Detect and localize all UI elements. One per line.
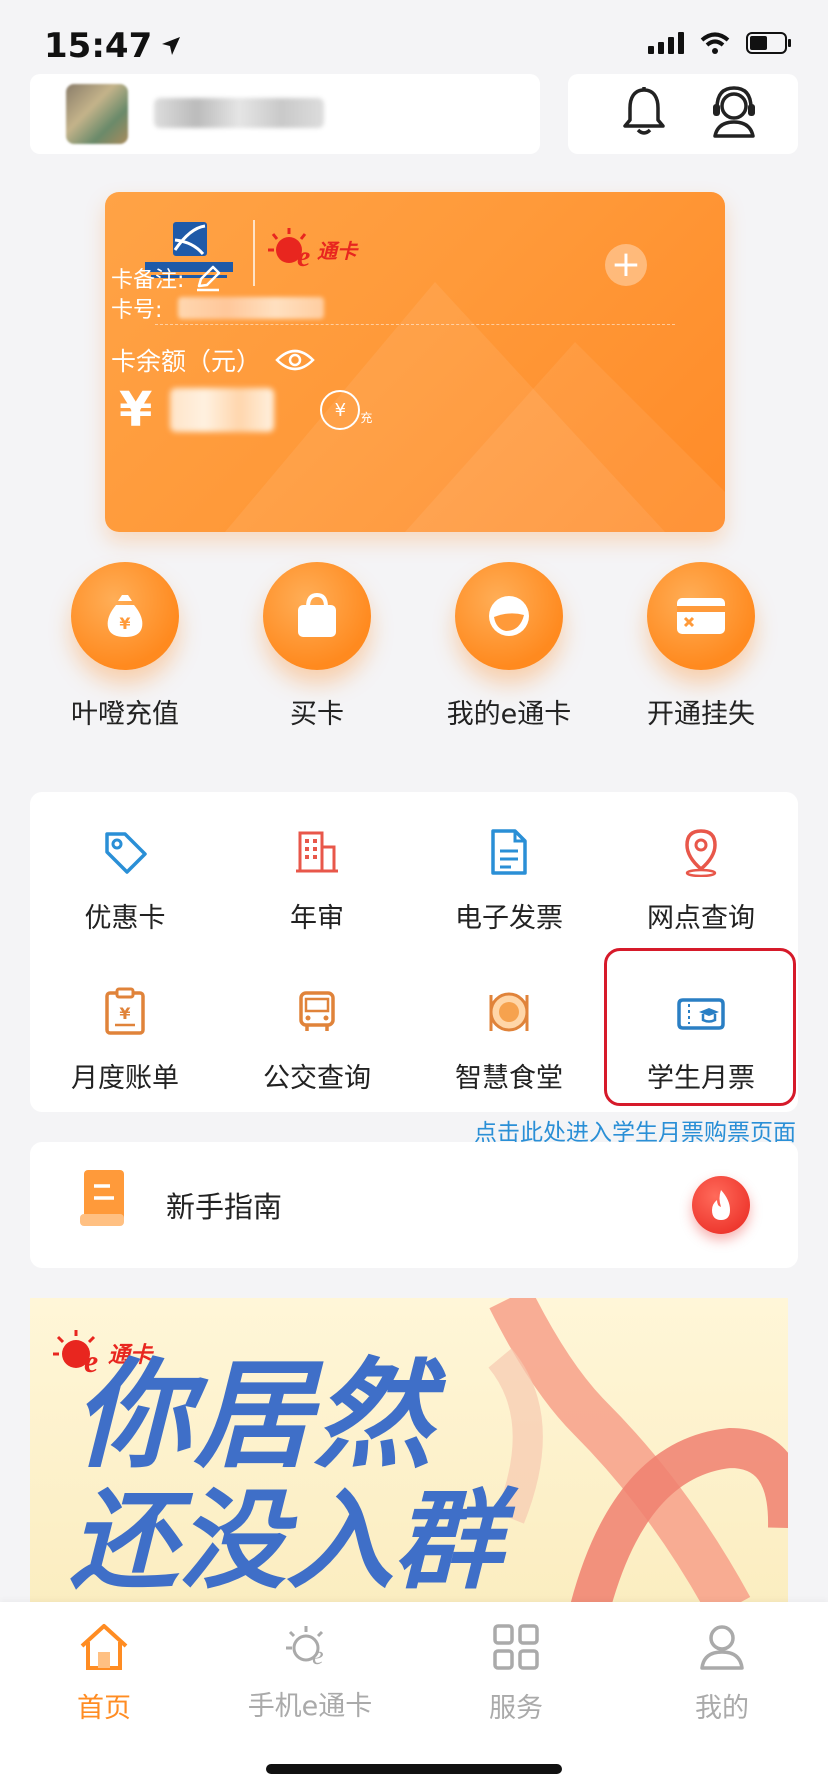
card-note-row[interactable]: 卡备注:: [111, 262, 222, 294]
service-outlet-query[interactable]: 网点查询: [616, 822, 786, 935]
status-time: 15:47: [44, 26, 153, 66]
quick-action-label: 开通挂失: [647, 699, 755, 730]
svg-text:e: e: [297, 240, 310, 272]
service-label: 优惠卡: [84, 903, 166, 934]
building-icon: [296, 831, 338, 873]
card-number-label: 卡号:: [111, 298, 163, 323]
battery-icon: [746, 32, 791, 54]
service-label: 电子发票: [455, 903, 563, 934]
hot-badge: [692, 1176, 750, 1234]
dining-icon: [489, 992, 529, 1032]
location-icon: [685, 829, 717, 877]
bill-icon: ¥: [105, 987, 145, 1035]
sun-logo-icon: e: [268, 228, 310, 272]
promo-banner[interactable]: e 通卡 你居然 还没入群: [30, 1298, 788, 1608]
eye-icon[interactable]: [275, 348, 315, 372]
card-balance-row: 卡余额（元）: [111, 342, 315, 378]
money-bag-icon: ¥: [107, 595, 143, 637]
status-bar: 15:47: [0, 0, 828, 72]
tab-label: 首页: [77, 1693, 131, 1724]
wifi-icon: [700, 32, 730, 54]
signal-icon: [648, 32, 684, 54]
e-card[interactable]: e 通卡 + 卡备注: 卡号: 卡余额（元） ¥ ¥ 充: [105, 192, 725, 532]
flame-icon: [712, 1190, 730, 1220]
quick-action-label: 我的e通卡: [446, 699, 572, 730]
banner-headline-2: 还没入群: [70, 1479, 503, 1604]
avatar[interactable]: [66, 84, 128, 144]
service-label: 智慧食堂: [455, 1063, 563, 1094]
header-actions: [568, 74, 798, 154]
tab-mine[interactable]: 我的: [632, 1622, 812, 1725]
svg-text:¥: ¥: [119, 614, 130, 633]
edit-pencil-icon[interactable]: [194, 264, 222, 292]
recharge-button[interactable]: ¥ 充: [320, 390, 372, 430]
add-card-button[interactable]: +: [605, 244, 647, 286]
logo-divider: [253, 220, 255, 286]
e-tong-card-logo-text: 通卡: [317, 238, 357, 263]
e-tong-card-logo: e 通卡: [267, 226, 357, 272]
invoice-icon: [491, 829, 527, 875]
yen-icon: ¥: [334, 399, 347, 421]
service-label: 网点查询: [647, 903, 755, 934]
grid-icon: [493, 1624, 539, 1670]
beginner-guide-row[interactable]: 新手指南: [30, 1142, 798, 1268]
guide-book-icon: [80, 1170, 124, 1226]
bus-icon: [299, 991, 335, 1031]
card-balance-label: 卡余额（元）: [111, 347, 262, 376]
card-number-row: 卡号:: [111, 292, 325, 324]
card-note-label: 卡备注:: [111, 268, 185, 293]
tag-icon: [105, 832, 147, 874]
tab-home[interactable]: 首页: [14, 1622, 194, 1725]
currency-symbol: ¥: [119, 382, 153, 438]
location-arrow-icon: [162, 37, 181, 55]
tab-label: 服务: [489, 1693, 543, 1724]
sun-e-icon: e: [286, 1626, 324, 1670]
username-blurred: [154, 98, 324, 128]
user-profile-bar[interactable]: [30, 74, 540, 154]
user-icon: [700, 1625, 744, 1670]
svg-text:e: e: [312, 1641, 324, 1670]
shopping-bag-icon: [298, 592, 336, 637]
card-divider: [155, 324, 675, 325]
card-balance-blurred: [170, 388, 275, 432]
student-ticket-highlight-box: [604, 948, 796, 1106]
card-cancel-icon: [677, 598, 725, 634]
status-icons: [648, 32, 792, 54]
service-label: 公交查询: [263, 1063, 371, 1094]
banner-headline-1: 你居然: [74, 1346, 435, 1484]
service-label: 月度账单: [71, 1063, 179, 1094]
home-icon: [80, 1624, 128, 1670]
card-number-blurred: [178, 297, 325, 319]
quick-action-label: 买卡: [290, 699, 344, 730]
service-discount-card[interactable]: 优惠卡: [40, 822, 210, 935]
tab-label: 我的: [695, 1693, 749, 1724]
service-annual-review[interactable]: 年审: [232, 822, 402, 935]
svg-text:¥: ¥: [119, 1004, 130, 1023]
customer-service-icon[interactable]: [710, 84, 758, 140]
service-monthly-bill[interactable]: ¥ 月度账单: [40, 982, 210, 1095]
recharge-icon-text: 充: [360, 411, 373, 425]
service-bus-query[interactable]: 公交查询: [232, 982, 402, 1095]
quick-action-buy-card[interactable]: 买卡: [242, 562, 392, 731]
tab-label: 手机e通卡: [247, 1691, 373, 1722]
quick-action-my-card[interactable]: 我的e通卡: [434, 562, 584, 731]
card-face-icon: [489, 596, 529, 636]
service-label: 年审: [290, 903, 344, 934]
quick-action-report-loss[interactable]: 开通挂失: [626, 562, 776, 731]
plus-icon: +: [610, 244, 642, 285]
tab-services[interactable]: 服务: [426, 1622, 606, 1725]
tab-mobile-e-card[interactable]: e 手机e通卡: [220, 1622, 400, 1723]
bell-icon[interactable]: [622, 86, 666, 138]
quick-action-recharge[interactable]: ¥ 叶噔充值: [50, 562, 200, 731]
service-smart-canteen[interactable]: 智慧食堂: [424, 982, 594, 1095]
home-indicator: [266, 1764, 562, 1774]
guide-label: 新手指南: [166, 1190, 283, 1224]
status-time-group: 15:47: [44, 26, 182, 66]
card-balance-value-row: ¥ ¥ 充: [119, 382, 372, 438]
quick-action-label: 叶噔充值: [71, 699, 179, 730]
service-e-invoice[interactable]: 电子发票: [424, 822, 594, 935]
